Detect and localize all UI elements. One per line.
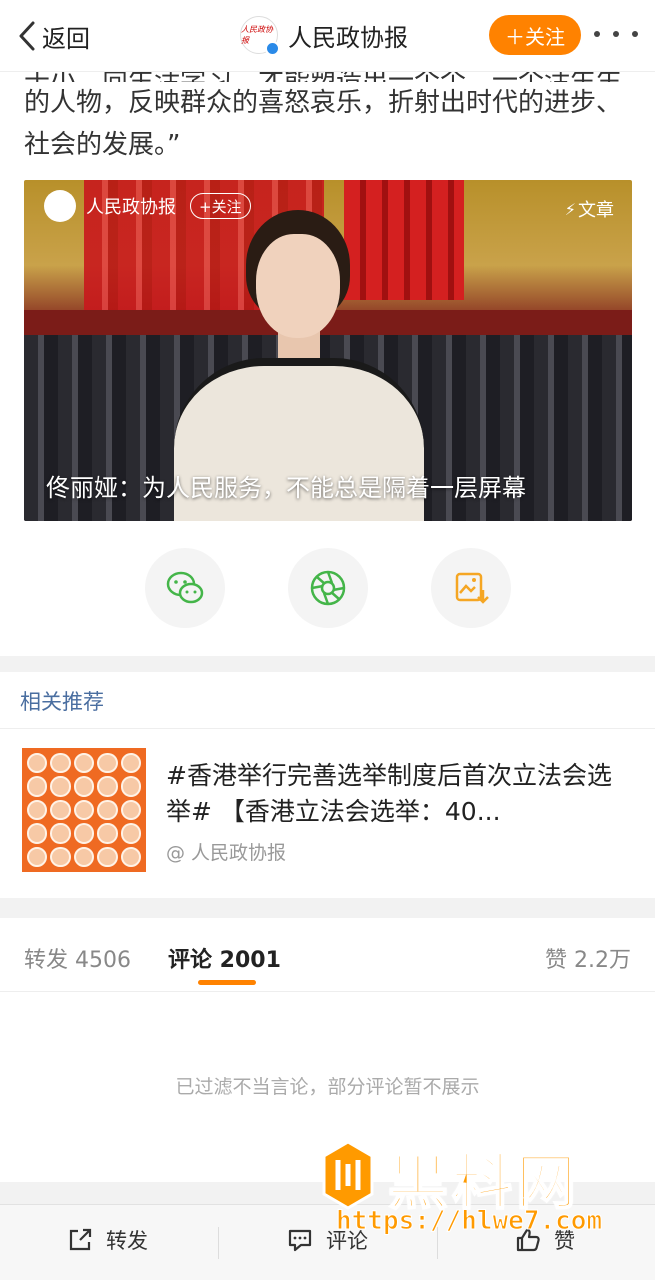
avatar[interactable]: 人民政协报 <box>240 16 280 56</box>
card-caption: 佟丽娅：为人民服务，不能总是隔着一层屏幕 <box>46 474 526 502</box>
watermark-logo-icon <box>322 1140 374 1210</box>
back-label: 返回 <box>42 24 90 53</box>
interaction-tabs: 转发 4506 评论 2001 赞 2.2万 <box>0 918 655 992</box>
wechat-icon <box>166 571 204 604</box>
more-options-icon[interactable] <box>594 26 638 42</box>
save-image-icon <box>455 572 489 604</box>
back-button[interactable]: 返回 <box>16 16 90 56</box>
lightning-icon: ⚡ <box>564 199 576 219</box>
save-image-button[interactable] <box>431 548 511 628</box>
watermark: 黑料网 https://hlwe7.com <box>320 1140 620 1250</box>
repost-label: 转发 <box>106 1229 148 1253</box>
card-account-name[interactable]: 人民政协报 <box>86 193 176 219</box>
top-nav-bar: 返回 人民政协报 人民政协报 ＋关注 <box>0 0 655 72</box>
related-recommendations: 相关推荐 #香港举行完善选举制度后首次立法会选举# 【香港立法会选举：40...… <box>0 672 655 898</box>
card-account-row: 人民政协报 +关注 <box>44 190 251 222</box>
divider <box>0 728 655 729</box>
card-avatar[interactable] <box>44 190 76 222</box>
verified-badge-icon <box>265 41 280 56</box>
account-header[interactable]: 人民政协报 人民政协报 <box>240 14 408 56</box>
repost-button[interactable]: 转发 <box>66 1225 148 1255</box>
tab-repost[interactable]: 转发 4506 <box>24 942 131 974</box>
card-follow-button[interactable]: +关注 <box>190 193 251 219</box>
share-arrow-icon <box>69 1228 92 1251</box>
share-moments-button[interactable] <box>288 548 368 628</box>
article-paragraph: 的人物，反映群众的喜怒哀乐，折射出时代的进步、社会的发展。” <box>24 88 623 160</box>
comment-icon <box>288 1229 312 1252</box>
active-tab-indicator <box>198 980 256 985</box>
divider <box>218 1227 219 1259</box>
article-card[interactable]: 人民政协报 +关注 ⚡ 文章 佟丽娅：为人民服务，不能总是隔着一层屏幕 <box>24 180 632 521</box>
card-type-label: 文章 <box>578 200 614 221</box>
recommend-thumbnail[interactable] <box>22 748 146 872</box>
section-title: 相关推荐 <box>20 690 104 714</box>
follow-button[interactable]: ＋关注 <box>489 15 581 55</box>
moments-icon <box>310 570 346 606</box>
tab-comment[interactable]: 评论 2001 <box>168 942 281 974</box>
share-wechat-button[interactable] <box>145 548 225 628</box>
page-title: 人民政协报 <box>288 23 408 52</box>
tab-like[interactable]: 赞 2.2万 <box>545 942 631 974</box>
watermark-url: https://hlwe7.com <box>335 1206 603 1237</box>
filter-notice: 已过滤不当言论，部分评论暂不展示 <box>175 1076 480 1098</box>
recommend-item-source[interactable]: @ 人民政协报 <box>166 838 286 865</box>
card-type-badge: ⚡ 文章 <box>565 196 614 222</box>
article-body: 于小、向生活学习，才能塑造出一个个、一个活生生 的人物，反映群众的喜怒哀乐，折射… <box>0 68 655 656</box>
recommend-item-text[interactable]: #香港举行完善选举制度后首次立法会选举# 【香港立法会选举：40... <box>166 758 636 830</box>
chevron-left-icon <box>19 21 35 51</box>
